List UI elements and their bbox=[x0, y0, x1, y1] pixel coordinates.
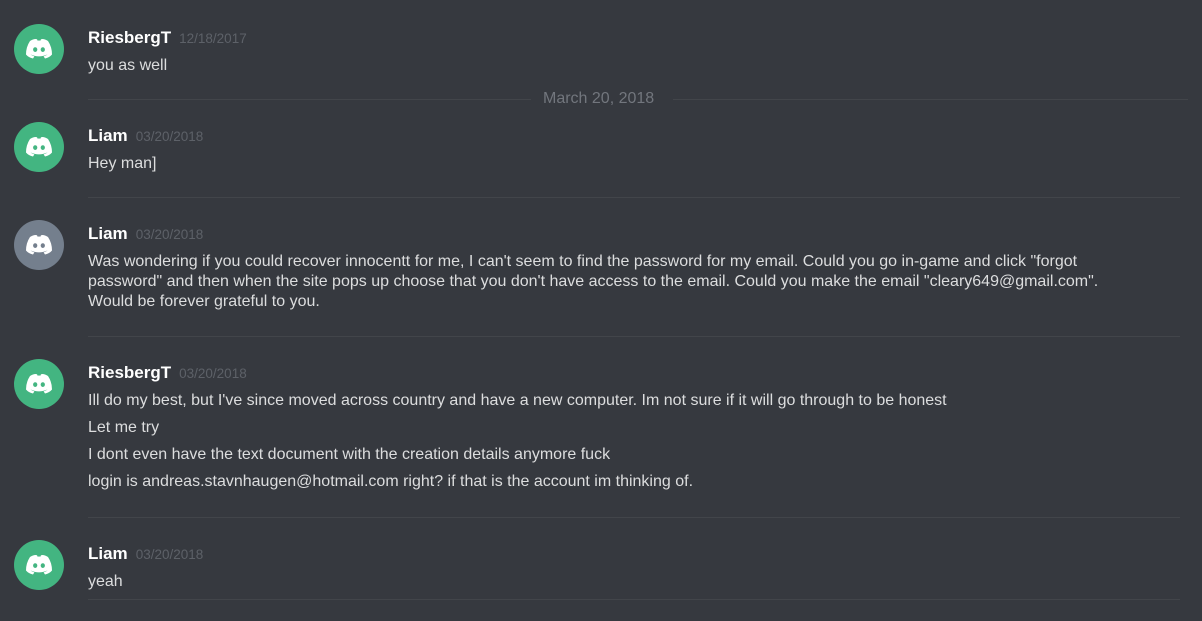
divider-line bbox=[673, 99, 1188, 100]
timestamp: 03/20/2018 bbox=[179, 366, 247, 381]
username[interactable]: Liam bbox=[88, 544, 128, 564]
avatar[interactable] bbox=[14, 122, 64, 172]
username[interactable]: Liam bbox=[88, 224, 128, 244]
discord-logo-icon bbox=[26, 137, 52, 157]
timestamp: 12/18/2017 bbox=[179, 31, 247, 46]
message-text: Hey man] bbox=[88, 155, 157, 172]
discord-logo-icon bbox=[26, 374, 52, 394]
message-text: Let me try bbox=[88, 419, 160, 436]
discord-logo-icon bbox=[26, 555, 52, 575]
username[interactable]: RiesbergT bbox=[88, 28, 171, 48]
message-text: Ill do my best, but I've since moved acr… bbox=[88, 392, 947, 409]
message-divider bbox=[88, 197, 1180, 198]
message-divider bbox=[88, 517, 1180, 518]
message-divider bbox=[88, 599, 1180, 600]
divider-line bbox=[88, 99, 531, 100]
timestamp: 03/20/2018 bbox=[135, 547, 204, 562]
date-divider-label: March 20, 2018 bbox=[543, 90, 655, 107]
timestamp: 03/20/2018 bbox=[135, 129, 204, 144]
timestamp: 03/20/2018 bbox=[135, 227, 204, 242]
username[interactable]: RiesbergT bbox=[88, 363, 171, 383]
message-text: you as well bbox=[88, 57, 168, 74]
message-text: login is andreas.stavnhaugen@hotmail.com… bbox=[88, 473, 694, 490]
discord-logo-icon bbox=[26, 235, 52, 255]
message-text: I dont even have the text document with … bbox=[88, 446, 611, 463]
discord-logo-icon bbox=[26, 39, 52, 59]
date-divider: March 20, 2018 bbox=[88, 90, 1188, 107]
avatar[interactable] bbox=[14, 359, 64, 409]
avatar[interactable] bbox=[14, 24, 64, 74]
avatar[interactable] bbox=[14, 220, 64, 270]
avatar[interactable] bbox=[14, 540, 64, 590]
message-divider bbox=[88, 336, 1180, 337]
message-text: yeah bbox=[88, 573, 123, 590]
username[interactable]: Liam bbox=[88, 126, 128, 146]
message-text: Was wondering if you could recover innoc… bbox=[88, 253, 1103, 310]
